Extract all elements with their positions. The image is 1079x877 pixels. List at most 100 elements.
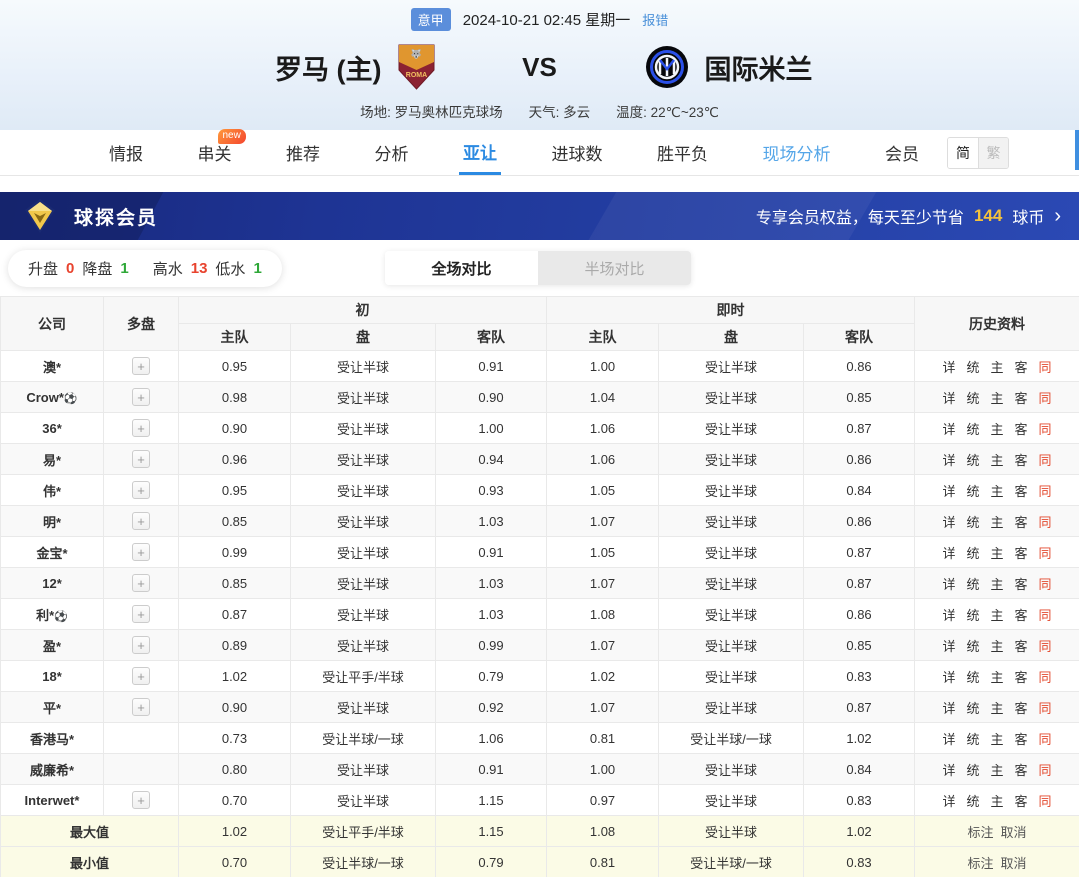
history-link-2[interactable]: 主 <box>991 791 1004 810</box>
league-badge[interactable]: 意甲 <box>411 8 451 31</box>
history-link-1[interactable]: 统 <box>966 481 979 500</box>
history-link-4[interactable]: 同 <box>1039 543 1052 562</box>
expand-plus-button[interactable]: + <box>132 388 150 406</box>
history-link-0[interactable]: 详 <box>942 760 955 779</box>
history-link-2[interactable]: 主 <box>991 357 1004 376</box>
expand-plus-button[interactable]: + <box>132 574 150 592</box>
history-link-3[interactable]: 客 <box>1015 791 1028 810</box>
nav-tab-1[interactable]: 串关new <box>194 130 236 175</box>
history-link-0[interactable]: 详 <box>942 357 955 376</box>
history-link-3[interactable]: 客 <box>1015 636 1028 655</box>
history-link-4[interactable]: 同 <box>1039 791 1052 810</box>
nav-tab-5[interactable]: 进球数 <box>548 130 607 175</box>
history-link-1[interactable]: 统 <box>966 760 979 779</box>
history-link-4[interactable]: 同 <box>1039 419 1052 438</box>
history-link-0[interactable]: 详 <box>942 574 955 593</box>
nav-tab-6[interactable]: 胜平负 <box>653 130 712 175</box>
history-link-4[interactable]: 同 <box>1039 636 1052 655</box>
history-link-2[interactable]: 主 <box>991 419 1004 438</box>
history-link-4[interactable]: 同 <box>1039 698 1052 717</box>
history-link-0[interactable]: 详 <box>942 481 955 500</box>
scrollbar-thumb[interactable] <box>1075 130 1079 170</box>
history-link-1[interactable]: 统 <box>966 512 979 531</box>
history-link-4[interactable]: 同 <box>1039 605 1052 624</box>
tab-full-match[interactable]: 全场对比 <box>385 251 538 285</box>
history-link-0[interactable]: 详 <box>942 512 955 531</box>
history-link-3[interactable]: 客 <box>1015 667 1028 686</box>
history-link-0[interactable]: 详 <box>942 636 955 655</box>
nav-tab-3[interactable]: 分析 <box>371 130 413 175</box>
lang-traditional-button[interactable]: 繁 <box>978 138 1008 168</box>
history-link-3[interactable]: 客 <box>1015 760 1028 779</box>
expand-plus-button[interactable]: + <box>132 357 150 375</box>
expand-plus-button[interactable]: + <box>132 419 150 437</box>
history-link-0[interactable]: 详 <box>942 419 955 438</box>
history-link-2[interactable]: 主 <box>991 574 1004 593</box>
summary-link-1[interactable]: 取消 <box>1001 822 1027 841</box>
nav-tab-7[interactable]: 现场分析 <box>759 130 835 175</box>
expand-plus-button[interactable]: + <box>132 543 150 561</box>
tab-half-match[interactable]: 半场对比 <box>538 251 691 285</box>
history-link-2[interactable]: 主 <box>991 667 1004 686</box>
history-link-2[interactable]: 主 <box>991 450 1004 469</box>
expand-plus-button[interactable]: + <box>132 512 150 530</box>
history-link-3[interactable]: 客 <box>1015 512 1028 531</box>
history-link-1[interactable]: 统 <box>966 574 979 593</box>
history-link-3[interactable]: 客 <box>1015 574 1028 593</box>
history-link-4[interactable]: 同 <box>1039 729 1052 748</box>
history-link-4[interactable]: 同 <box>1039 450 1052 469</box>
history-link-2[interactable]: 主 <box>991 698 1004 717</box>
history-link-3[interactable]: 客 <box>1015 481 1028 500</box>
history-link-2[interactable]: 主 <box>991 636 1004 655</box>
history-link-0[interactable]: 详 <box>942 698 955 717</box>
history-link-0[interactable]: 详 <box>942 605 955 624</box>
history-link-3[interactable]: 客 <box>1015 450 1028 469</box>
history-link-1[interactable]: 统 <box>966 605 979 624</box>
history-link-0[interactable]: 详 <box>942 667 955 686</box>
history-link-1[interactable]: 统 <box>966 357 979 376</box>
history-link-1[interactable]: 统 <box>966 667 979 686</box>
expand-plus-button[interactable]: + <box>132 450 150 468</box>
history-link-1[interactable]: 统 <box>966 729 979 748</box>
nav-tab-8[interactable]: 会员 <box>881 130 923 175</box>
expand-plus-button[interactable]: + <box>132 636 150 654</box>
history-link-3[interactable]: 客 <box>1015 543 1028 562</box>
history-link-2[interactable]: 主 <box>991 481 1004 500</box>
history-link-3[interactable]: 客 <box>1015 388 1028 407</box>
history-link-3[interactable]: 客 <box>1015 605 1028 624</box>
history-link-1[interactable]: 统 <box>966 698 979 717</box>
history-link-3[interactable]: 客 <box>1015 357 1028 376</box>
summary-link-1[interactable]: 取消 <box>1001 853 1027 872</box>
history-link-4[interactable]: 同 <box>1039 388 1052 407</box>
summary-link-0[interactable]: 标注 <box>968 822 994 841</box>
history-link-4[interactable]: 同 <box>1039 512 1052 531</box>
report-error-link[interactable]: 报错 <box>642 10 668 29</box>
history-link-1[interactable]: 统 <box>966 419 979 438</box>
vip-promo[interactable]: 专享会员权益，每天至少节省 144 球币 › <box>756 204 1079 228</box>
history-link-4[interactable]: 同 <box>1039 574 1052 593</box>
history-link-2[interactable]: 主 <box>991 729 1004 748</box>
history-link-1[interactable]: 统 <box>966 791 979 810</box>
expand-plus-button[interactable]: + <box>132 481 150 499</box>
history-link-2[interactable]: 主 <box>991 543 1004 562</box>
lang-simplified-button[interactable]: 简 <box>948 138 978 168</box>
history-link-2[interactable]: 主 <box>991 388 1004 407</box>
history-link-3[interactable]: 客 <box>1015 698 1028 717</box>
summary-link-0[interactable]: 标注 <box>968 853 994 872</box>
history-link-4[interactable]: 同 <box>1039 481 1052 500</box>
history-link-0[interactable]: 详 <box>942 450 955 469</box>
history-link-4[interactable]: 同 <box>1039 357 1052 376</box>
expand-plus-button[interactable]: + <box>132 791 150 809</box>
history-link-1[interactable]: 统 <box>966 543 979 562</box>
history-link-2[interactable]: 主 <box>991 760 1004 779</box>
history-link-3[interactable]: 客 <box>1015 419 1028 438</box>
history-link-3[interactable]: 客 <box>1015 729 1028 748</box>
nav-tab-2[interactable]: 推荐 <box>282 130 324 175</box>
expand-plus-button[interactable]: + <box>132 667 150 685</box>
history-link-1[interactable]: 统 <box>966 450 979 469</box>
history-link-4[interactable]: 同 <box>1039 667 1052 686</box>
history-link-0[interactable]: 详 <box>942 791 955 810</box>
vip-banner[interactable]: 球探会员 专享会员权益，每天至少节省 144 球币 › <box>0 192 1079 240</box>
expand-plus-button[interactable]: + <box>132 698 150 716</box>
history-link-0[interactable]: 详 <box>942 388 955 407</box>
